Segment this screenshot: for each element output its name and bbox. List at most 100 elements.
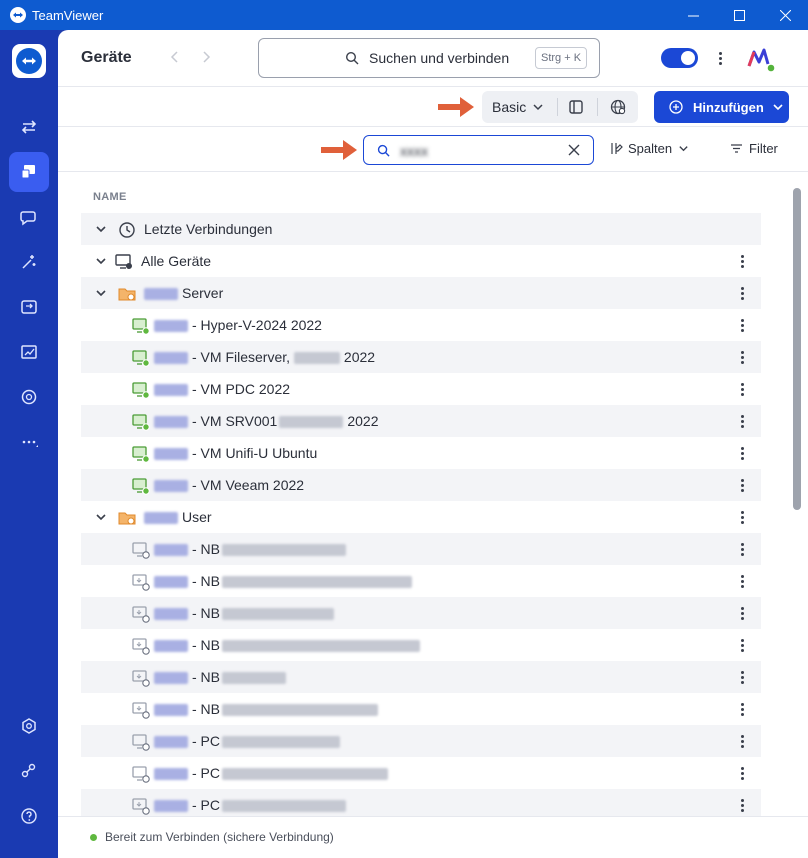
settings-nav-item[interactable]	[9, 706, 49, 746]
row-more-menu[interactable]	[738, 446, 746, 460]
search-connect-box[interactable]: Suchen und verbinden Strg + K	[258, 38, 600, 78]
sessions-nav-item[interactable]	[9, 287, 49, 327]
row-more-menu[interactable]	[738, 318, 746, 332]
list-item[interactable]: - VM Fileserver, 2022	[81, 341, 761, 373]
list-item-label: - NB	[154, 573, 416, 589]
laptop-offline-icon	[132, 574, 150, 591]
laptop-offline-icon	[132, 638, 150, 655]
row-more-menu[interactable]	[738, 606, 746, 620]
devices-nav-item[interactable]	[9, 152, 49, 192]
list-item[interactable]: Letzte Verbindungen	[81, 213, 761, 245]
support-nav-item[interactable]	[9, 377, 49, 417]
list-item[interactable]: - VM SRV001 2022	[81, 405, 761, 437]
name-column-header[interactable]: NAME	[93, 191, 127, 203]
list-item[interactable]: Server	[81, 277, 761, 309]
list-item[interactable]: - NB	[81, 629, 761, 661]
row-more-menu[interactable]	[738, 542, 746, 556]
row-more-menu[interactable]	[738, 702, 746, 716]
redacted-text	[154, 448, 188, 461]
clear-icon[interactable]	[568, 144, 580, 156]
connect-nav-item[interactable]	[9, 107, 49, 147]
row-more-menu[interactable]	[738, 286, 746, 300]
account-nav-item[interactable]	[9, 751, 49, 791]
row-more-menu[interactable]	[738, 382, 746, 396]
list-item[interactable]: - VM PDC 2022	[81, 373, 761, 405]
app-logo-icon[interactable]	[12, 44, 46, 78]
list-item[interactable]: - Hyper-V-2024 2022	[81, 309, 761, 341]
list-filter-input[interactable]: xxxx	[363, 135, 594, 165]
list-item[interactable]: Alle Geräte	[81, 245, 761, 277]
header-more-menu[interactable]	[714, 48, 726, 68]
search-placeholder: Suchen und verbinden	[369, 50, 510, 66]
list-item-label: - NB	[154, 541, 350, 557]
page-header: Geräte Suchen und verbinden Strg + K	[58, 30, 808, 87]
close-button[interactable]	[762, 0, 808, 30]
redacted-text	[154, 384, 188, 397]
redacted-text	[154, 544, 188, 557]
filter-button[interactable]: Filter	[730, 141, 778, 156]
list-item[interactable]: - NB	[81, 597, 761, 629]
row-more-menu[interactable]	[738, 766, 746, 780]
chevron-down-icon[interactable]	[95, 287, 107, 299]
chat-icon	[20, 211, 36, 226]
list-item[interactable]: - NB	[81, 533, 761, 565]
list-item[interactable]: User	[81, 501, 761, 533]
row-more-menu[interactable]	[738, 734, 746, 748]
row-more-menu[interactable]	[738, 670, 746, 684]
list-scrollbar[interactable]	[793, 188, 801, 510]
redacted-text	[222, 608, 334, 621]
ai-tools-nav-item[interactable]	[9, 242, 49, 282]
view-mode-dropdown[interactable]: Basic	[492, 99, 526, 115]
list-item-label: User	[144, 509, 212, 525]
back-arrow-icon[interactable]	[168, 50, 182, 64]
monitoring-nav-item[interactable]	[9, 332, 49, 372]
list-item-label: Server	[144, 285, 223, 301]
row-more-menu[interactable]	[738, 350, 746, 364]
list-item[interactable]: - NB	[81, 661, 761, 693]
chevron-down-icon[interactable]	[95, 255, 107, 267]
add-button[interactable]: Hinzufügen	[654, 91, 789, 123]
row-more-menu[interactable]	[738, 638, 746, 652]
filter-row: xxxx Spalten Filter	[58, 127, 808, 172]
lifebuoy-icon	[21, 389, 37, 405]
list-item[interactable]: - VM Veeam 2022	[81, 469, 761, 501]
mode-toggle[interactable]	[661, 48, 698, 68]
list-item[interactable]: - NB	[81, 693, 761, 725]
chat-nav-item[interactable]	[9, 197, 49, 237]
more-nav-item[interactable]	[9, 422, 49, 462]
maximize-button[interactable]	[716, 0, 762, 30]
globe-settings-icon[interactable]	[610, 99, 626, 115]
minimize-button[interactable]	[670, 0, 716, 30]
chevron-down-icon	[679, 146, 688, 152]
list-item[interactable]: - NB	[81, 565, 761, 597]
list-item-label: - PC	[154, 733, 344, 749]
side-panel-icon[interactable]	[569, 100, 583, 114]
minimize-icon	[687, 15, 699, 16]
chevron-down-icon[interactable]	[532, 101, 544, 113]
list-item[interactable]: - VM Unifi-U Ubuntu	[81, 437, 761, 469]
shared-folder-icon	[118, 512, 136, 525]
laptop-offline-icon	[132, 702, 150, 719]
row-more-menu[interactable]	[738, 478, 746, 492]
chevron-down-icon[interactable]	[95, 223, 107, 235]
computer-offline-icon	[132, 734, 150, 751]
list-item-label: - VM Fileserver, 2022	[154, 349, 375, 365]
redacted-text	[279, 416, 344, 429]
columns-button[interactable]: Spalten	[610, 141, 689, 156]
computer-online-icon	[132, 446, 150, 463]
row-more-menu[interactable]	[738, 574, 746, 588]
brand-logo-icon[interactable]	[746, 44, 778, 74]
row-more-menu[interactable]	[738, 798, 746, 812]
row-more-menu[interactable]	[738, 414, 746, 428]
row-more-menu[interactable]	[738, 254, 746, 268]
computer-offline-icon	[132, 766, 150, 783]
teamviewer-logo-icon	[10, 7, 26, 23]
help-nav-item[interactable]	[9, 796, 49, 836]
computer-online-icon	[132, 382, 150, 399]
chevron-down-icon[interactable]	[95, 511, 107, 523]
magic-wand-icon	[22, 255, 36, 269]
forward-arrow-icon[interactable]	[199, 50, 213, 64]
row-more-menu[interactable]	[738, 510, 746, 524]
list-item[interactable]: - PC	[81, 725, 761, 757]
list-item[interactable]: - PC	[81, 757, 761, 789]
